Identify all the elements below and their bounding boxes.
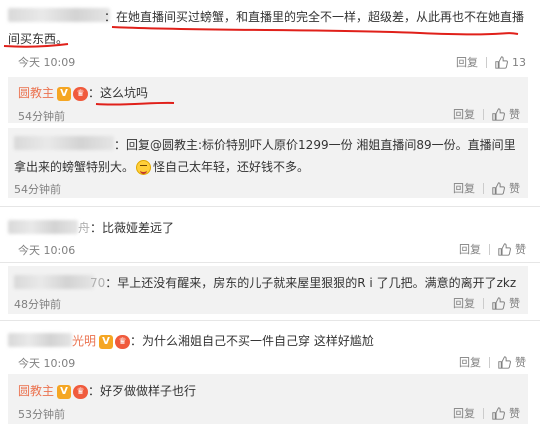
thumbs-up-icon xyxy=(498,242,511,256)
comment-1-actions: 回复 13 xyxy=(456,54,526,70)
like-button[interactable]: 赞 xyxy=(498,354,526,370)
action-divider xyxy=(489,243,490,255)
reply-button[interactable]: 回复 xyxy=(456,54,478,70)
reply-2-line: 圆教主 V ♛ ：好歹做做样子也行 xyxy=(18,382,196,399)
comment-3-line: 舟：比薇娅差远了 xyxy=(78,219,174,236)
thumbs-up-icon xyxy=(492,296,505,310)
reply-button[interactable]: 回复 xyxy=(453,405,475,421)
blurred-username xyxy=(14,136,114,150)
comment-1-time: 今天 10:09 xyxy=(18,56,76,69)
comment-4: 70：早上还没有醒来，房东的儿子就来屋里狠狠的R i 了几把。满意的离开了zkz… xyxy=(8,266,528,314)
comment-2-line1: ：回复@圆教主:标价特别吓人原价1299一份 湘姐直播间89一份。直播间里 xyxy=(114,138,516,152)
blurred-username xyxy=(8,8,110,22)
action-divider xyxy=(486,56,487,68)
like-button[interactable]: 赞 xyxy=(498,241,526,257)
blurred-username xyxy=(14,275,94,289)
thumbs-up-icon xyxy=(495,55,508,69)
reply-button[interactable]: 回复 xyxy=(453,106,475,122)
comment-text: ：为什么湘姐自己不买一件自己穿 这样好尴尬 xyxy=(130,334,374,348)
comment-1-text-line2: 间买东西。 xyxy=(8,32,69,46)
crown-badge-icon: ♛ xyxy=(115,334,131,349)
action-divider xyxy=(483,182,484,194)
comment-username[interactable]: 舟 xyxy=(78,221,90,235)
vip-v-badge-icon: V xyxy=(57,384,72,399)
reply-button[interactable]: 回复 xyxy=(459,241,481,257)
blurred-username xyxy=(8,220,78,234)
comment-4-time: 48分钟前 xyxy=(14,298,61,311)
reply-1-line: 圆教主 V ♛ ：这么坑吗 xyxy=(18,84,148,101)
action-divider xyxy=(483,108,484,120)
thumbs-up-icon xyxy=(492,107,505,121)
thumbs-up-icon xyxy=(492,406,505,420)
comment-3-actions: 回复 赞 xyxy=(459,241,526,257)
thumbs-up-icon xyxy=(492,181,505,195)
comment-1-text: ：在她直播间买过螃蟹，和直播里的完全不一样，超级差，从此再也不在她直播 xyxy=(104,10,525,24)
comment-3-time: 今天 10:06 xyxy=(18,244,76,257)
comment-2-actions: 回复 赞 xyxy=(453,180,520,196)
comment-text: ：早上还没有醒来，房东的儿子就来屋里狠狠的R i 了几把。满意的离开了zkz xyxy=(105,276,517,290)
reply-button[interactable]: 回复 xyxy=(453,180,475,196)
like-button[interactable]: 赞 xyxy=(492,405,520,421)
reply-1-time: 54分钟前 xyxy=(18,110,65,123)
reply-2-actions: 回复 赞 xyxy=(453,405,520,421)
action-divider xyxy=(483,407,484,419)
comment-1: ：在她直播间买过螃蟹，和直播里的完全不一样，超级差，从此再也不在她直播 间买东西… xyxy=(0,0,540,76)
vip-v-badge-icon: V xyxy=(57,86,72,101)
reply-2-time: 53分钟前 xyxy=(18,408,65,421)
comment-text: ：比薇娅差远了 xyxy=(90,221,175,235)
comment-2-line2: 拿出来的螃蟹特别大。 怪自己太年轻，还好钱不多。 xyxy=(14,160,310,175)
crown-badge-icon: ♛ xyxy=(73,86,89,101)
action-divider xyxy=(489,356,490,368)
like-count: 13 xyxy=(512,55,526,69)
like-button[interactable]: 赞 xyxy=(492,106,520,122)
like-button[interactable]: 赞 xyxy=(492,180,520,196)
divider xyxy=(0,262,540,263)
reply-box-2: 圆教主 V ♛ ：好歹做做样子也行 53分钟前 回复 赞 xyxy=(8,374,528,424)
like-button[interactable]: 赞 xyxy=(492,295,520,311)
crown-badge-icon: ♛ xyxy=(73,384,89,399)
reply-button[interactable]: 回复 xyxy=(453,295,475,311)
comment-5: 光明 V ♛ ：为什么湘姐自己不买一件自己穿 这样好尴尬 今天 10:09 回复 赞 xyxy=(0,321,540,371)
grin-emoji-icon xyxy=(136,160,152,175)
comment-username[interactable]: 光明 xyxy=(72,334,96,348)
reply-1-actions: 回复 赞 xyxy=(453,106,520,122)
comment-4-line: 70：早上还没有醒来，房东的儿子就来屋里狠狠的R i 了几把。满意的离开了zkz xyxy=(90,274,516,291)
comment-5-actions: 回复 赞 xyxy=(459,354,526,370)
comment-5-line: 光明 V ♛ ：为什么湘姐自己不买一件自己穿 这样好尴尬 xyxy=(72,332,374,349)
reply-button[interactable]: 回复 xyxy=(459,354,481,370)
blurred-username xyxy=(8,333,72,347)
comment-2-time: 54分钟前 xyxy=(14,183,61,196)
reply-username[interactable]: 圆教主 xyxy=(18,86,54,100)
reply-username[interactable]: 圆教主 xyxy=(18,384,54,398)
comment-username[interactable]: 70 xyxy=(90,276,105,290)
reply-text: ：这么坑吗 xyxy=(88,86,149,100)
comment-5-time: 今天 10:09 xyxy=(18,357,76,370)
comment-4-actions: 回复 赞 xyxy=(453,295,520,311)
reply-box-1: 圆教主 V ♛ ：这么坑吗 54分钟前 回复 赞 xyxy=(8,77,528,123)
vip-v-badge-icon: V xyxy=(99,334,114,349)
comment-3: 舟：比薇娅差远了 今天 10:06 回复 赞 xyxy=(0,207,540,259)
like-button[interactable]: 13 xyxy=(495,56,526,69)
comment-2: ：回复@圆教主:标价特别吓人原价1299一份 湘姐直播间89一份。直播间里 拿出… xyxy=(8,128,528,198)
reply-text: ：好歹做做样子也行 xyxy=(88,384,197,398)
action-divider xyxy=(483,297,484,309)
thumbs-up-icon xyxy=(498,355,511,369)
